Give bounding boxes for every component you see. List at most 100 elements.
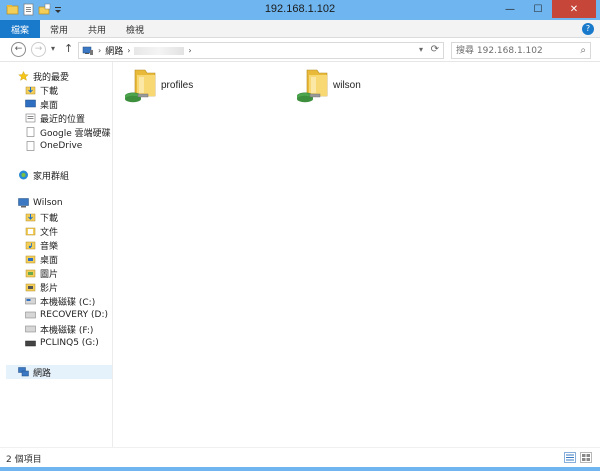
breadcrumb-chevron[interactable]: ›: [98, 46, 101, 55]
refresh-icon[interactable]: ⟳: [431, 44, 439, 55]
sidebar-item-google-drive[interactable]: Google 雲端硬碟: [25, 125, 111, 139]
tab-view[interactable]: 檢視: [116, 20, 154, 38]
sidebar-item-label: Google 雲端硬碟: [40, 128, 111, 139]
breadcrumb-network[interactable]: 網路: [105, 44, 123, 57]
folder-name: wilson: [333, 80, 361, 91]
sidebar-network[interactable]: 網路: [6, 365, 112, 379]
search-input[interactable]: [456, 45, 568, 57]
sidebar-item-pictures[interactable]: 圖片: [25, 266, 58, 280]
breadcrumb-chevron[interactable]: ›: [127, 46, 130, 55]
item-count: 2 個項目: [6, 455, 42, 465]
sidebar-item-label: 桌面: [40, 100, 59, 111]
file-icon: [25, 141, 36, 151]
sidebar-item-label: 桌面: [40, 255, 59, 266]
star-icon: [18, 71, 29, 81]
sidebar-item-drive-f[interactable]: 本機磁碟 (F:): [25, 322, 93, 336]
details-view-icon[interactable]: [564, 452, 576, 463]
sidebar-this-pc[interactable]: Wilson: [18, 196, 63, 210]
sidebar-item-drive-d[interactable]: RECOVERY (D:): [25, 308, 108, 322]
desktop-folder-icon: [25, 254, 36, 264]
pictures-folder-icon: [25, 268, 36, 278]
folder-item-wilson[interactable]: wilson: [296, 68, 407, 108]
usb-drive-icon: [25, 338, 36, 348]
sidebar-item-drive-c[interactable]: 本機磁碟 (C:): [25, 294, 95, 308]
tab-file[interactable]: 檔案: [0, 20, 41, 38]
sidebar-item-desktop[interactable]: 桌面: [25, 97, 58, 111]
sidebar-item-label: 我的最愛: [33, 72, 70, 83]
tab-home[interactable]: 常用: [40, 20, 78, 38]
navigation-bar: ← → ▾ ↑ › 網路 › › ▾ ⟳ ⌕: [0, 38, 600, 62]
sidebar-item-downloads[interactable]: 下載: [25, 83, 58, 97]
sidebar-item-label: 影片: [40, 283, 59, 294]
sidebar-item-label: OneDrive: [40, 141, 83, 151]
downloads-icon: [25, 85, 36, 95]
sidebar-item-documents[interactable]: 文件: [25, 224, 58, 238]
window-bottom-border: [0, 467, 600, 471]
sidebar-item-pc-downloads[interactable]: 下載: [25, 210, 58, 224]
network-icon: [18, 367, 29, 377]
sidebar-item-recent-places[interactable]: 最近的位置: [25, 111, 85, 125]
search-box[interactable]: ⌕: [451, 42, 591, 59]
address-bar[interactable]: › 網路 › › ▾ ⟳: [78, 42, 444, 59]
shared-folder-icon: [124, 68, 159, 107]
hard-drive-icon: [25, 324, 36, 334]
sidebar-item-label: 下載: [40, 86, 59, 97]
sidebar-item-music[interactable]: 音樂: [25, 238, 58, 252]
large-icons-view-icon[interactable]: [580, 452, 592, 463]
title-bar[interactable]: 192.168.1.102 — ☐ ✕: [0, 0, 600, 20]
hard-drive-icon: [25, 310, 36, 320]
videos-folder-icon: [25, 282, 36, 292]
main-body: 我的最愛 下載 桌面 最近的位置 Google 雲端硬碟 OneDrive 家用…: [0, 62, 600, 447]
sidebar-item-label: 網路: [33, 368, 52, 379]
navigation-pane[interactable]: 我的最愛 下載 桌面 最近的位置 Google 雲端硬碟 OneDrive 家用…: [0, 62, 113, 447]
desktop-icon: [25, 99, 36, 109]
help-button[interactable]: ?: [582, 23, 594, 35]
forward-button[interactable]: →: [31, 42, 46, 57]
view-switcher: [564, 452, 592, 463]
sidebar-item-label: 下載: [40, 213, 59, 224]
sidebar-item-label: 本機磁碟 (F:): [40, 325, 94, 336]
sidebar-item-label: PCLINQ5 (G:): [40, 338, 99, 348]
blurred-address-segment[interactable]: [134, 46, 185, 55]
status-bar: 2 個項目: [0, 447, 600, 467]
sidebar-item-onedrive[interactable]: OneDrive: [25, 139, 82, 153]
sidebar-item-drive-g[interactable]: PCLINQ5 (G:): [25, 336, 99, 350]
search-icon[interactable]: ⌕: [580, 45, 586, 56]
recent-locations-button[interactable]: ▾: [51, 44, 55, 53]
sidebar-item-label: 本機磁碟 (C:): [40, 297, 96, 308]
sidebar-item-label: 最近的位置: [40, 114, 86, 125]
hard-drive-icon: [25, 296, 36, 306]
sidebar-item-label: Wilson: [33, 198, 63, 208]
homegroup-icon: [18, 170, 29, 180]
sidebar-item-videos[interactable]: 影片: [25, 280, 58, 294]
network-icon: [82, 46, 94, 56]
address-history-dropdown[interactable]: ▾: [419, 45, 423, 54]
tab-share[interactable]: 共用: [78, 20, 116, 38]
breadcrumb-chevron[interactable]: ›: [188, 46, 191, 55]
folder-item-profiles[interactable]: profiles: [124, 68, 235, 108]
documents-folder-icon: [25, 226, 36, 236]
ribbon-tabs: 檔案 常用 共用 檢視 ?: [0, 20, 600, 38]
music-folder-icon: [25, 240, 36, 250]
sidebar-item-pc-desktop[interactable]: 桌面: [25, 252, 58, 266]
close-button[interactable]: ✕: [552, 0, 596, 18]
minimize-button[interactable]: —: [496, 0, 524, 18]
sidebar-item-label: RECOVERY (D:): [40, 310, 109, 320]
file-icon: [25, 127, 36, 137]
shared-folder-icon: [296, 68, 331, 107]
downloads-icon: [25, 212, 36, 222]
maximize-button[interactable]: ☐: [524, 0, 552, 18]
sidebar-item-label: 圖片: [40, 269, 59, 280]
sidebar-item-label: 音樂: [40, 241, 59, 252]
recent-places-icon: [25, 113, 36, 123]
sidebar-homegroup[interactable]: 家用群組: [18, 168, 69, 182]
computer-icon: [18, 198, 29, 208]
sidebar-item-label: 家用群組: [33, 171, 70, 182]
window-controls: — ☐ ✕: [496, 0, 596, 18]
sidebar-favorites[interactable]: 我的最愛: [18, 69, 69, 83]
back-button[interactable]: ←: [11, 42, 26, 57]
file-list[interactable]: profiles wilson: [114, 62, 600, 447]
up-button[interactable]: ↑: [64, 42, 73, 55]
sidebar-item-label: 文件: [40, 227, 59, 238]
folder-name: profiles: [161, 80, 194, 91]
